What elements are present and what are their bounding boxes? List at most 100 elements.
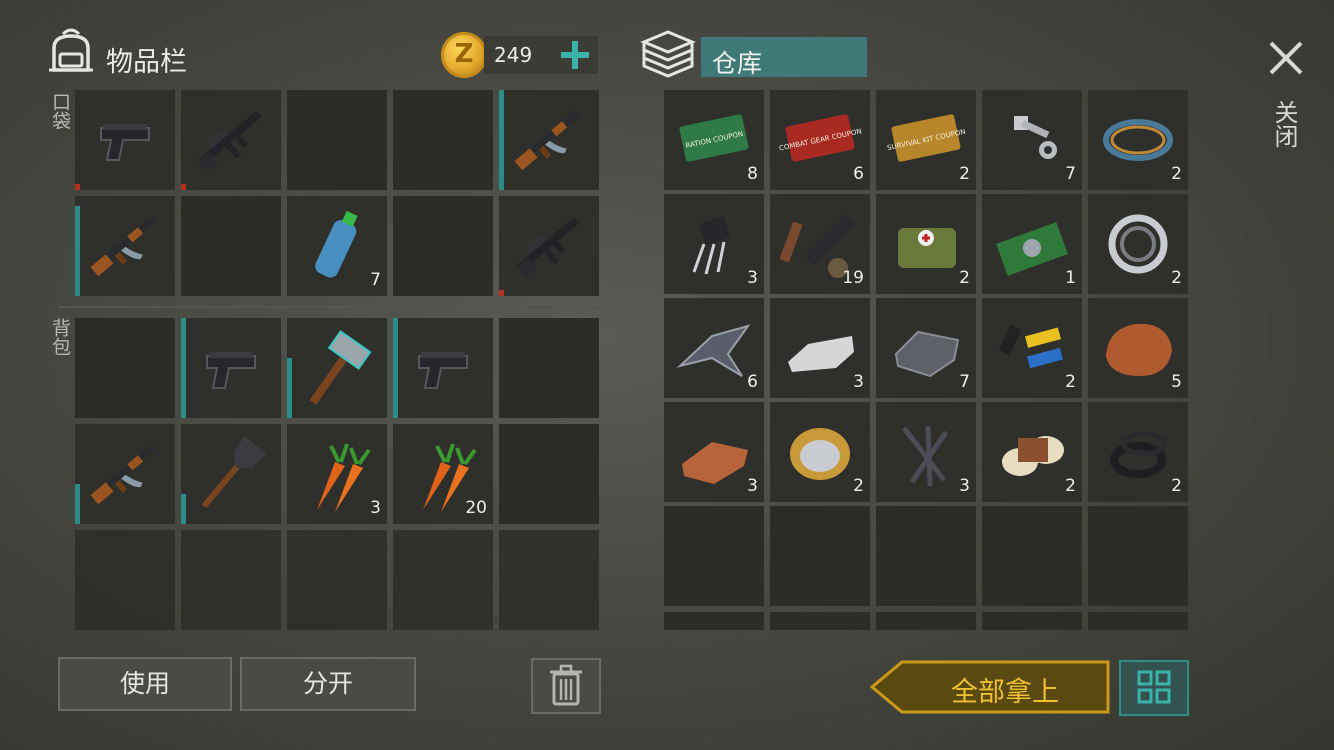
empty-slot[interactable] xyxy=(181,196,281,296)
empty-slot[interactable] xyxy=(499,424,599,524)
carrot-icon xyxy=(317,443,371,512)
item-slot[interactable]: 3 xyxy=(287,424,387,524)
item-slot[interactable]: 5 xyxy=(1088,298,1188,398)
item-slot[interactable]: 7 xyxy=(876,298,976,398)
backpack-icon xyxy=(49,28,93,72)
use-button[interactable]: 使用 xyxy=(58,657,232,711)
item-slot[interactable]: 2 xyxy=(876,194,976,294)
shovel-icon xyxy=(201,435,267,509)
item-count: 2 xyxy=(959,268,970,288)
item-count: 2 xyxy=(959,164,970,184)
transistor-icon xyxy=(692,215,731,275)
empty-slot[interactable] xyxy=(499,530,599,630)
item-slot[interactable]: 3 xyxy=(664,402,764,502)
item-slot[interactable] xyxy=(287,318,387,418)
item-slot[interactable] xyxy=(393,318,493,418)
close-icon[interactable] xyxy=(1266,38,1306,78)
item-count: 2 xyxy=(1171,476,1182,496)
item-slot[interactable] xyxy=(499,90,599,190)
empty-slot[interactable] xyxy=(982,506,1082,606)
item-slot[interactable]: 2 xyxy=(770,402,870,502)
item-count: 7 xyxy=(370,270,381,290)
empty-slot[interactable] xyxy=(393,196,493,296)
circuit-board-icon xyxy=(996,222,1068,276)
item-slot[interactable]: 3 xyxy=(664,194,764,294)
empty-slot[interactable] xyxy=(393,90,493,190)
item-slot[interactable]: 6 xyxy=(664,298,764,398)
item-slot[interactable] xyxy=(181,424,281,524)
empty-slot[interactable] xyxy=(287,530,387,630)
empty-slot[interactable] xyxy=(1088,612,1188,630)
empty-slot[interactable] xyxy=(75,318,175,418)
empty-slot[interactable] xyxy=(770,506,870,606)
item-slot[interactable]: SURVIVAL KIT COUPON 2 xyxy=(876,90,976,190)
durability-bar xyxy=(75,484,80,524)
item-slot[interactable]: 3 xyxy=(876,402,976,502)
empty-slot[interactable] xyxy=(1088,506,1188,606)
item-count: 3 xyxy=(853,372,864,392)
item-slot[interactable] xyxy=(75,196,175,296)
section-divider xyxy=(58,306,598,308)
item-slot[interactable]: 2 xyxy=(1088,194,1188,294)
durability-bar xyxy=(75,206,80,296)
empty-slot[interactable] xyxy=(664,612,764,630)
item-slot[interactable]: 3 xyxy=(770,298,870,398)
coin-count: 249 xyxy=(494,43,533,67)
empty-slot[interactable] xyxy=(664,506,764,606)
item-count: 20 xyxy=(465,498,487,518)
durability-bar xyxy=(181,184,186,190)
close-label[interactable]: 关闭 xyxy=(1270,100,1302,148)
item-count: 7 xyxy=(1065,164,1076,184)
item-slot[interactable] xyxy=(181,90,281,190)
item-slot[interactable]: 19 xyxy=(770,194,870,294)
storage-boxes-icon xyxy=(640,30,696,78)
bandage-roll-icon xyxy=(1002,436,1064,476)
durability-bar xyxy=(181,318,186,418)
item-count: 6 xyxy=(747,372,758,392)
item-slot[interactable] xyxy=(499,196,599,296)
item-slot[interactable]: 7 xyxy=(287,196,387,296)
item-slot[interactable] xyxy=(181,318,281,418)
trash-button[interactable] xyxy=(531,658,601,714)
add-coins-button[interactable] xyxy=(556,36,594,74)
split-button[interactable]: 分开 xyxy=(240,657,416,711)
empty-slot[interactable] xyxy=(393,530,493,630)
assault-rifle-m4-icon xyxy=(198,110,262,173)
item-slot[interactable] xyxy=(75,424,175,524)
durability-bar xyxy=(181,494,186,524)
empty-slot[interactable] xyxy=(770,612,870,630)
empty-slot[interactable] xyxy=(876,506,976,606)
copper-ingot-icon xyxy=(682,442,748,484)
item-slot[interactable]: RATION COUPON 8 xyxy=(664,90,764,190)
empty-slot[interactable] xyxy=(181,530,281,630)
inventory-title: 物品栏 xyxy=(106,47,187,78)
item-slot[interactable]: 2 xyxy=(982,402,1082,502)
durability-bar xyxy=(393,318,398,418)
empty-slot[interactable] xyxy=(876,612,976,630)
durability-bar xyxy=(287,358,292,418)
item-slot[interactable]: 1 xyxy=(982,194,1082,294)
sort-grid-button[interactable] xyxy=(1119,660,1189,716)
item-slot[interactable]: 20 xyxy=(393,424,493,524)
ak-rifle-icon xyxy=(90,215,157,277)
item-count: 3 xyxy=(370,498,381,518)
item-count: 7 xyxy=(959,372,970,392)
empty-slot[interactable] xyxy=(75,530,175,630)
trash-icon xyxy=(550,664,582,706)
item-slot[interactable]: 2 xyxy=(982,298,1082,398)
first-aid-bag-icon xyxy=(898,228,956,268)
empty-slot[interactable] xyxy=(287,90,387,190)
item-slot[interactable]: 2 xyxy=(1088,90,1188,190)
empty-slot[interactable] xyxy=(499,318,599,418)
pistol-icon xyxy=(418,352,468,389)
combat-gear-coupon-icon: COMBAT GEAR COUPON xyxy=(778,114,862,162)
empty-slot[interactable] xyxy=(982,612,1082,630)
item-slot[interactable]: 2 xyxy=(1088,402,1188,502)
wire-spool-icon xyxy=(790,428,850,480)
take-all-label[interactable]: 全部拿上 xyxy=(910,670,1100,709)
item-slot[interactable]: 7 xyxy=(982,90,1082,190)
ak-rifle-icon xyxy=(90,443,157,505)
ration-coupon-icon: RATION COUPON xyxy=(679,114,749,162)
item-slot[interactable]: COMBAT GEAR COUPON 6 xyxy=(770,90,870,190)
item-slot[interactable] xyxy=(75,90,175,190)
